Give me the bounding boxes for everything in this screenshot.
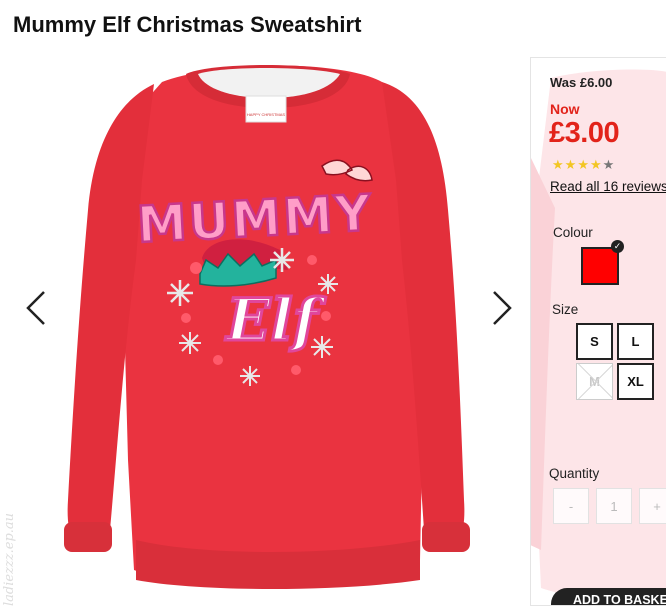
colour-label: Colour (553, 225, 593, 240)
quantity-increment-button[interactable]: + (639, 488, 666, 524)
now-price: £3.00 (549, 117, 620, 149)
sequin-flower (213, 355, 223, 365)
now-label: Now (550, 101, 580, 117)
size-option-xl[interactable]: XL (617, 363, 654, 400)
next-image-button[interactable] (486, 288, 516, 328)
star-icon: ★ (577, 157, 589, 172)
add-to-basket-button[interactable]: ADD TO BASKET (551, 588, 666, 605)
sequin-flower (190, 262, 202, 274)
size-option-label: L (631, 334, 640, 349)
sequin-flower (321, 311, 331, 321)
check-icon: ✓ (611, 240, 624, 253)
sequin-flower (181, 313, 191, 323)
size-option-m[interactable]: M (576, 363, 613, 400)
left-cuff (64, 522, 112, 552)
image-gallery: HAPPY CHRISTMAS MUMMY Elf ladiezzz.ep.au (0, 48, 530, 606)
star-icon: ★ (602, 157, 615, 172)
product-panel: Was £6.00 Now £3.00 ★ ★ ★ ★ ★ Read all 1… (530, 57, 666, 606)
star-icon: ★ (589, 157, 602, 172)
snowflake-icon (311, 336, 333, 358)
sequin-flower (291, 365, 301, 375)
garment-label-text: HAPPY CHRISTMAS (247, 112, 285, 117)
size-option-s[interactable]: S (576, 323, 613, 360)
star-icon: ★ (552, 157, 564, 172)
page-title: Mummy Elf Christmas Sweatshirt (13, 12, 362, 37)
prev-image-button[interactable] (22, 288, 52, 328)
snowflake-icon (318, 274, 338, 294)
size-option-l[interactable]: L (617, 323, 654, 360)
right-cuff (422, 522, 470, 552)
sequin-flower (307, 255, 317, 265)
watermark: ladiezzz.ep.au (2, 512, 17, 606)
chevron-right-icon (493, 291, 512, 325)
read-reviews-link[interactable]: Read all 16 reviews (550, 179, 666, 194)
quantity-input[interactable]: 1 (596, 488, 632, 524)
snowflake-icon (179, 332, 201, 354)
star-rating: ★ ★ ★ ★ ★ (552, 158, 614, 172)
size-label: Size (552, 302, 579, 317)
product-image[interactable]: HAPPY CHRISTMAS MUMMY Elf (50, 60, 482, 600)
sweater-text-elf: Elf (224, 286, 326, 354)
size-option-label: S (590, 334, 599, 349)
colour-swatch-red[interactable] (581, 247, 619, 285)
size-option-label: XL (627, 374, 644, 389)
garment-label (245, 95, 287, 123)
star-icon: ★ (564, 157, 577, 172)
chevron-left-icon (26, 291, 45, 325)
quantity-decrement-button[interactable]: - (553, 488, 589, 524)
was-price: Was £6.00 (550, 75, 613, 90)
snowflake-icon (240, 366, 260, 386)
quantity-label: Quantity (549, 466, 600, 481)
